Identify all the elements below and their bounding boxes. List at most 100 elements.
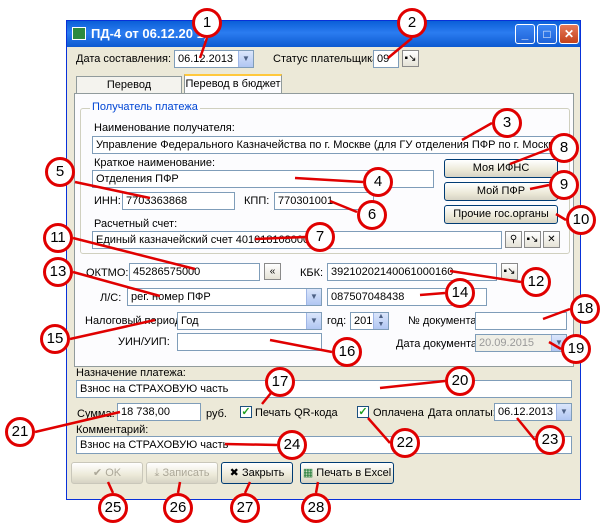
close-icon: ✖ [229, 467, 242, 479]
status-picker-button[interactable]: ▪↘ [402, 50, 419, 67]
callout-badge: 16 [332, 337, 362, 367]
callout-badge: 21 [5, 417, 35, 447]
qr-checkbox[interactable]: ✓ [240, 406, 252, 418]
docdate-label: Дата документа: [396, 338, 481, 350]
callout-badge: 15 [40, 324, 70, 354]
account-search-button[interactable]: ⚲ [505, 231, 522, 248]
comment-field[interactable]: Взнос на СТРАХОВУЮ часть [76, 436, 572, 454]
paid-checkbox[interactable]: ✓ [357, 406, 369, 418]
date-label: Дата составления: [76, 53, 172, 65]
callout-badge: 4 [363, 167, 393, 197]
callout-badge: 24 [277, 430, 307, 460]
close-window-button[interactable]: ✕ [559, 24, 579, 44]
ls-label: Л/С: [100, 292, 122, 304]
callout-badge: 6 [357, 200, 387, 230]
paid-label: Оплачена [373, 407, 424, 419]
chevron-down-icon[interactable]: ▼ [306, 289, 321, 305]
sum-field[interactable]: 18 738,00 [117, 403, 201, 421]
chevron-down-icon[interactable]: ▼ [556, 404, 571, 420]
spinner-icon[interactable]: ▲ ▼ [373, 313, 388, 329]
callout-badge: 27 [230, 493, 260, 523]
app-icon [72, 27, 86, 40]
excel-icon: ▦ [302, 467, 317, 479]
ok-label: OK [105, 467, 122, 479]
save-label: Записать [162, 467, 210, 479]
chevron-down-icon[interactable]: ▼ [306, 313, 321, 329]
chevron-down-icon[interactable]: ▼ [238, 51, 253, 67]
picker-icon: ▪↘ [404, 53, 417, 64]
callout-badge: 23 [535, 425, 565, 455]
ls-type-field[interactable]: рег. номер ПФР ▼ [127, 288, 322, 306]
uin-field[interactable] [177, 333, 322, 351]
date-value: 06.12.2013 [178, 53, 234, 65]
status-field[interactable]: 09 [373, 50, 399, 68]
year-field[interactable]: 2013 ▲ ▼ [350, 312, 389, 330]
comment-label: Комментарий: [76, 424, 149, 436]
callout-badge: 5 [45, 157, 75, 187]
maximize-button[interactable]: □ [537, 24, 557, 44]
callout-badge: 28 [301, 493, 331, 523]
close-label: Закрыть [241, 467, 285, 479]
kbk-label: КБК: [300, 267, 324, 279]
callout-badge: 1 [192, 8, 222, 38]
kbk-picker-button[interactable]: ▪↘ [501, 263, 518, 280]
callout-badge: 13 [43, 257, 73, 287]
inn-field[interactable]: 7703363868 [122, 192, 235, 210]
recipient-group-title: Получатель платежа [90, 101, 200, 113]
callout-badge: 14 [445, 278, 475, 308]
other-gov-button[interactable]: Прочие гос.органы [444, 205, 558, 224]
callout-badge: 26 [163, 493, 193, 523]
docdate-value: 20.09.2015 [479, 337, 535, 349]
picker-icon: ▪↘ [526, 234, 539, 245]
excel-print-button[interactable]: ▦ Печать в Excel [300, 462, 394, 484]
period-label: Налоговый период: [85, 315, 185, 327]
oktmo-field[interactable]: 45286575000 [129, 263, 260, 281]
callout-badge: 7 [305, 222, 335, 252]
docnum-label: № документа: [408, 315, 480, 327]
docnum-field[interactable] [475, 312, 567, 330]
oktmo-back-button[interactable]: « [264, 263, 281, 280]
account-clear-button[interactable]: ✕ [543, 231, 560, 248]
docdate-field[interactable]: 20.09.2015 ▼ [475, 334, 567, 352]
tab-organization[interactable]: Перевод организации [76, 76, 182, 107]
paydate-field[interactable]: 06.12.2013 ▼ [494, 403, 572, 421]
ok-button[interactable]: ✔ OK [71, 462, 143, 484]
recipient-name-label: Наименование получателя: [94, 122, 235, 134]
purpose-label: Назначение платежа: [76, 367, 186, 379]
period-value: Год [181, 315, 199, 327]
account-picker-button[interactable]: ▪↘ [524, 231, 541, 248]
tab-budget[interactable]: Перевод в бюджет [184, 74, 282, 94]
save-button[interactable]: ⤓ Записать [146, 462, 218, 484]
kpp-label: КПП: [244, 195, 270, 207]
minimize-button[interactable]: _ [515, 24, 535, 44]
my-pfr-button[interactable]: Мой ПФР [444, 182, 558, 201]
account-field[interactable]: Единый казначейский счет 40101810800000 [92, 231, 502, 249]
window-title: ПД-4 от 06.12.20 1) [91, 26, 209, 41]
qr-label: Печать QR-кода [255, 407, 338, 419]
callout-badge: 18 [570, 294, 600, 324]
inn-label: ИНН: [94, 195, 121, 207]
double-chevron-left-icon: « [269, 266, 276, 277]
period-field[interactable]: Год ▼ [177, 312, 322, 330]
callout-badge: 25 [98, 493, 128, 523]
paydate-value: 06.12.2013 [498, 406, 554, 418]
oktmo-label: ОКТМО: [86, 267, 129, 279]
status-label: Статус плательщика: [273, 53, 382, 65]
kbk-field[interactable]: 39210202140061000160 [327, 263, 497, 281]
close-button[interactable]: ✖ Закрыть [221, 462, 293, 484]
recipient-name-field[interactable]: Управление Федерального Казначейства по … [92, 136, 562, 154]
date-field[interactable]: 06.12.2013 ▼ [174, 50, 254, 68]
clear-icon: ✕ [547, 234, 556, 245]
sum-label: Сумма: [77, 408, 115, 420]
purpose-field[interactable]: Взнос на СТРАХОВУЮ часть [76, 380, 572, 398]
check-icon: ✔ [92, 467, 106, 479]
my-ifns-button[interactable]: Моя ИФНС [444, 159, 558, 178]
uin-label: УИН/УИП: [118, 336, 170, 348]
title-bar[interactable]: ПД-4 от 06.12.20 1) _ □ ✕ [67, 21, 580, 47]
year-label: год: [327, 315, 347, 327]
account-label: Расчетный счет: [94, 218, 178, 230]
currency-label: руб. [206, 408, 227, 420]
ls-type-value: рег. номер ПФР [131, 291, 211, 303]
short-name-label: Краткое наименование: [94, 157, 216, 169]
callout-badge: 11 [43, 223, 73, 253]
